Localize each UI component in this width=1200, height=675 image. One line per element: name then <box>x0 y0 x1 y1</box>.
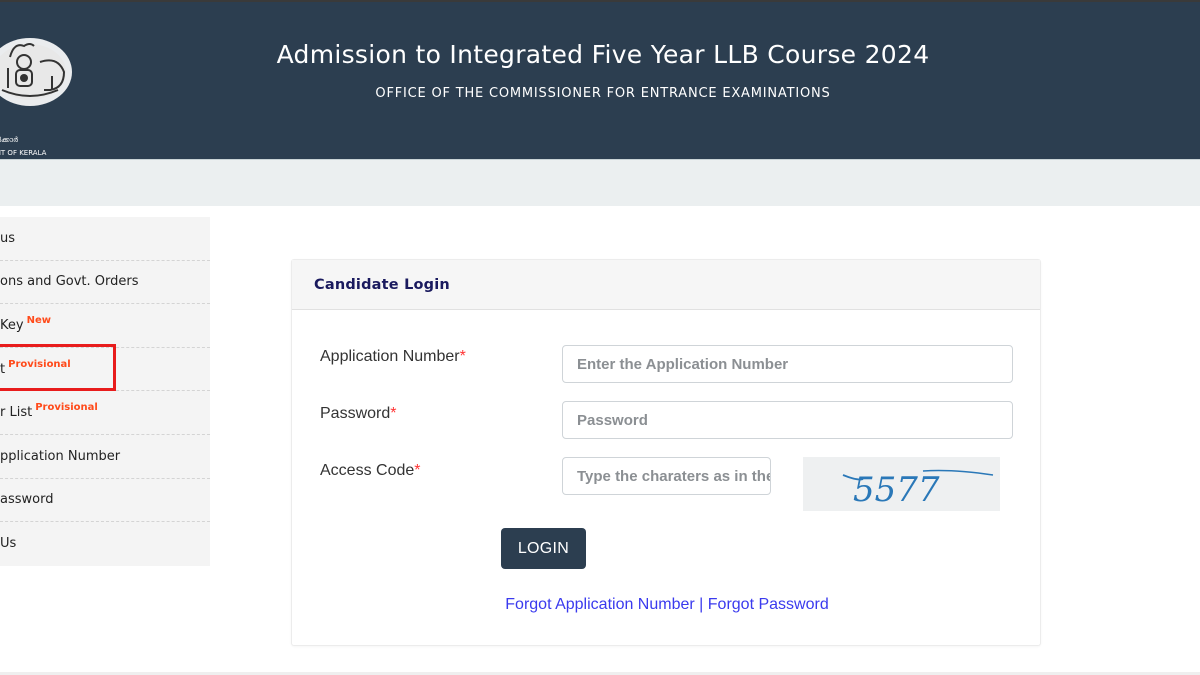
forgot-password-link[interactable]: Forgot Password <box>708 596 829 613</box>
forgot-application-number-link[interactable]: Forgot Application Number <box>505 596 694 613</box>
required-marker: * <box>414 462 421 479</box>
sidebar-item-label: assword <box>0 492 54 508</box>
logo-text-malayalam: ള സർക്കാർ <box>0 136 18 144</box>
sidebar-item-status[interactable]: us <box>0 217 210 261</box>
card-header: Candidate Login <box>292 260 1040 310</box>
sidebar-item-label: ons and Govt. Orders <box>0 274 139 290</box>
sidebar-item-category-list[interactable]: r List Provisional <box>0 391 210 435</box>
site-header: ള സർക്കാർ NMENT OF KERALA Admission to I… <box>0 0 1200 159</box>
sidebar-item-forgot-password[interactable]: assword <box>0 479 210 523</box>
password-label: Password* <box>320 405 396 423</box>
application-number-input[interactable] <box>562 345 1013 383</box>
highlight-annotation-box <box>0 344 116 391</box>
sidebar-item-label: Key <box>0 317 24 333</box>
password-input[interactable] <box>562 401 1013 439</box>
sidebar-item-label: us <box>0 230 16 246</box>
logo-text-english: NMENT OF KERALA <box>0 149 47 157</box>
page-subtitle: OFFICE OF THE COMMISSIONER FOR ENTRANCE … <box>375 86 831 101</box>
candidate-login-card: Candidate Login Application Number* Pass… <box>291 259 1041 646</box>
sidebar-item-label: Us <box>0 536 17 552</box>
label-text: Application Number <box>320 348 460 365</box>
required-marker: * <box>390 405 397 422</box>
sidebar-item-contact-us[interactable]: Us <box>0 522 210 566</box>
page-title: Admission to Integrated Five Year LLB Co… <box>276 40 930 69</box>
label-text: Access Code <box>320 462 415 479</box>
access-code-label: Access Code* <box>320 462 421 480</box>
sidebar-menu: us ons and Govt. Orders Key New t Provis… <box>0 217 210 566</box>
new-badge: New <box>26 314 51 326</box>
sidebar-item-label: pplication Number <box>0 448 121 464</box>
login-button[interactable]: LOGIN <box>501 528 586 569</box>
captcha-image: 5577 <box>803 457 1000 511</box>
link-separator: | <box>699 596 704 613</box>
label-text: Password <box>320 405 391 422</box>
nav-band <box>0 159 1200 206</box>
application-number-label: Application Number* <box>320 348 466 366</box>
card-title: Candidate Login <box>314 276 450 293</box>
captcha-text: 5577 <box>853 470 940 510</box>
provisional-badge: Provisional <box>35 402 98 414</box>
sidebar-item-notifications[interactable]: ons and Govt. Orders <box>0 261 210 305</box>
access-code-input[interactable] <box>562 457 771 495</box>
forgot-links: Forgot Application Number | Forgot Passw… <box>292 596 1042 614</box>
sidebar-item-label: r List <box>0 405 33 421</box>
sidebar-item-forgot-application-number[interactable]: pplication Number <box>0 435 210 479</box>
required-marker: * <box>459 348 466 365</box>
sidebar-item-answer-key[interactable]: Key New <box>0 304 210 348</box>
